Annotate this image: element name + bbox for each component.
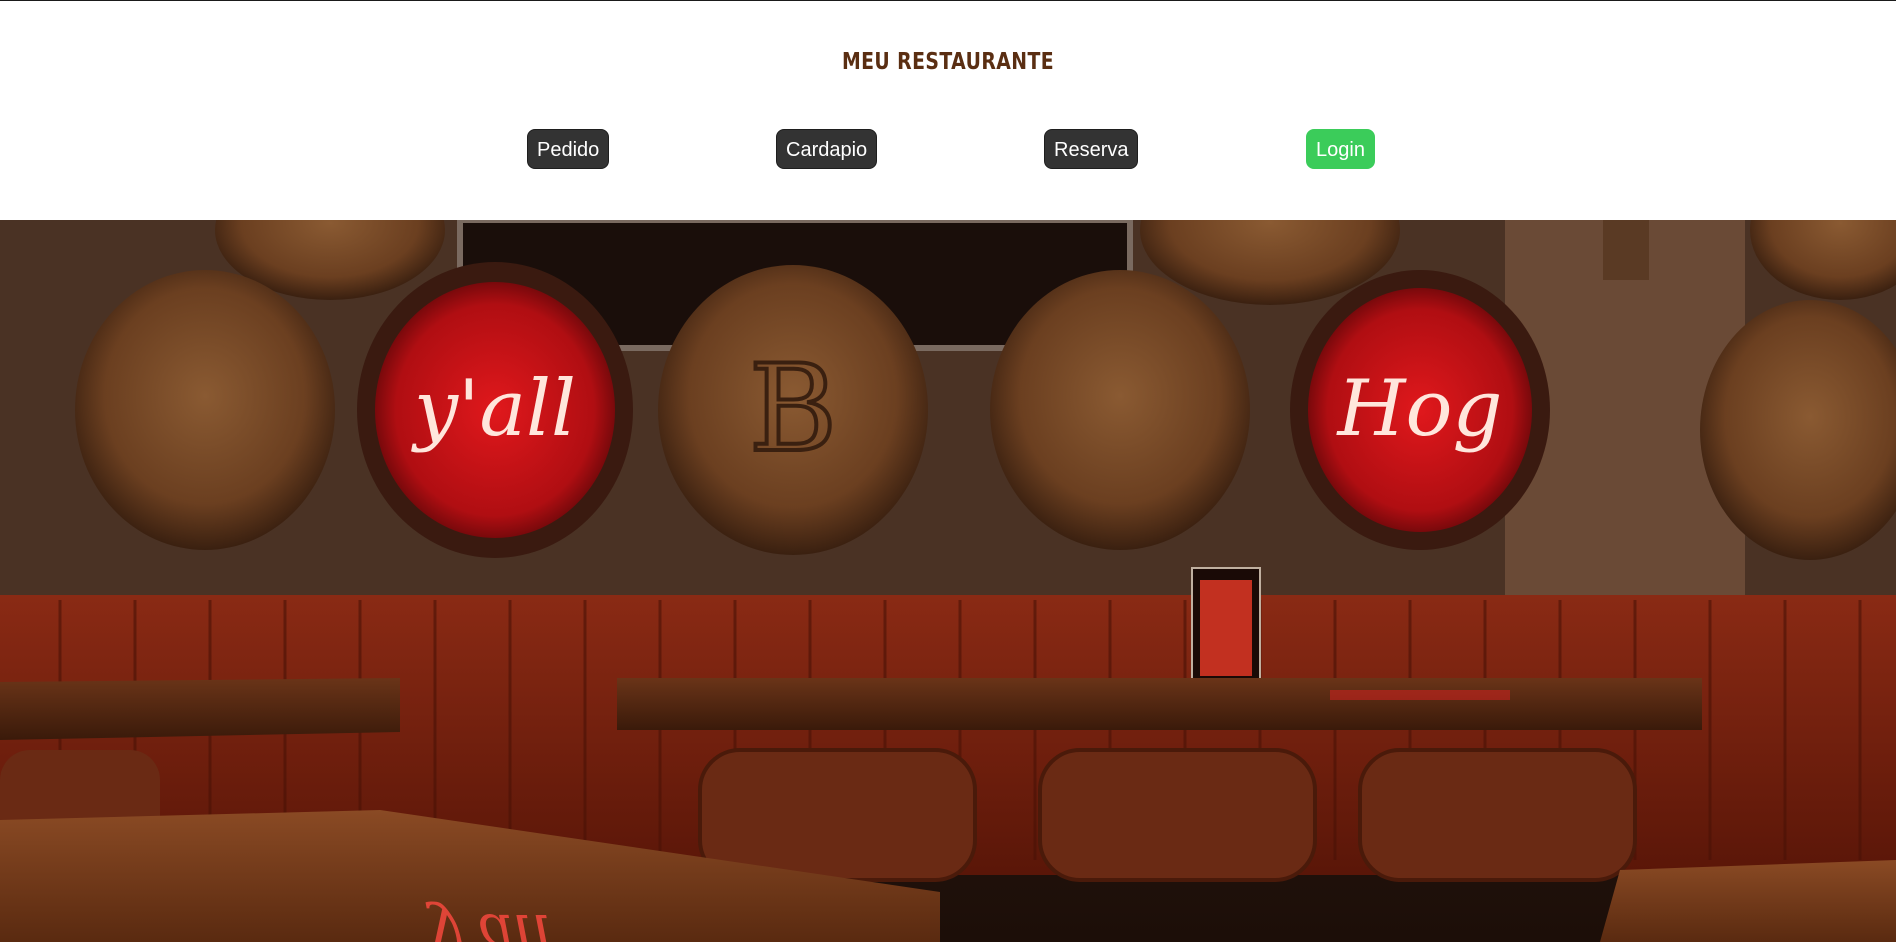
table-center [617, 678, 1702, 730]
neon-reflection [1330, 690, 1510, 700]
cardapio-button[interactable]: Cardapio [776, 129, 878, 169]
chair [1038, 748, 1317, 882]
neon-sign-left: y'all [411, 364, 576, 454]
reserva-button[interactable]: Reserva [1044, 129, 1139, 169]
neon-reflection-text: y'all [425, 900, 553, 942]
hero-image: y'all B Hog y'all [0, 220, 1896, 942]
site-header: MEU RESTAURANTE Pedido Cardapio Reserva … [0, 1, 1896, 220]
restaurant-interior-photo: y'all B Hog y'all [0, 220, 1896, 942]
wall-lamp [1603, 220, 1649, 280]
neon-sign-right: Hog [1336, 364, 1503, 454]
chair [1358, 748, 1637, 882]
table-left [0, 678, 400, 740]
menu-card [1200, 580, 1252, 676]
chair [698, 748, 977, 882]
barrel [990, 270, 1250, 550]
foreground-table-right [1600, 860, 1896, 942]
site-title: MEU RESTAURANTE [841, 49, 1055, 75]
barrel [75, 270, 335, 550]
barrel-letter: B [749, 340, 837, 479]
login-button[interactable]: Login [1306, 129, 1375, 169]
pedido-button[interactable]: Pedido [527, 129, 610, 169]
